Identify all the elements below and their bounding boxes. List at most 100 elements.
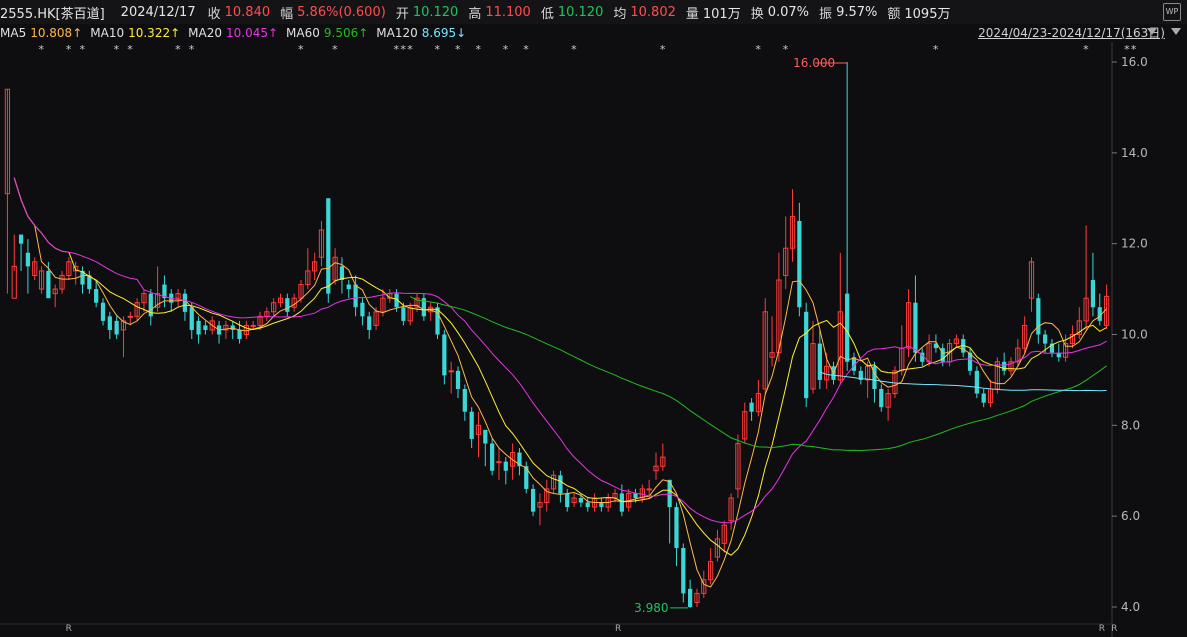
event-star-marker: *	[332, 43, 338, 56]
y-tick-label: 16.0	[1121, 55, 1148, 69]
bottom-marker: R	[615, 624, 621, 634]
candle-body	[913, 302, 918, 353]
candle-body	[578, 498, 584, 503]
event-star-marker: *	[933, 43, 939, 56]
candle-body	[1036, 298, 1041, 335]
y-tick-label: 4.0	[1121, 600, 1140, 614]
candle-body	[558, 475, 563, 494]
event-star-marker: *	[503, 43, 509, 56]
y-axis: 16.0 14.0 12.0 10.0 8.0 6.0 4.0	[0, 42, 1148, 637]
candle-body	[182, 293, 188, 312]
candle-body	[203, 325, 208, 330]
candle-body	[879, 389, 884, 408]
candle-body	[285, 298, 290, 312]
event-star-marker: *	[571, 43, 577, 56]
bottom-marker: R	[66, 624, 72, 634]
candle-body	[530, 488, 536, 512]
candle-body	[442, 334, 447, 376]
event-star-marker: *	[660, 43, 666, 56]
candle-body	[448, 370, 454, 373]
event-star-marker: *	[394, 43, 400, 56]
candle-body	[367, 316, 372, 330]
event-star-marker: *	[114, 43, 120, 56]
candle-body	[46, 270, 51, 299]
event-markers: * * * * * * * * * * * * * * * * * * * * * * * * *	[39, 43, 1137, 56]
bottom-marker: R	[1111, 624, 1117, 634]
candle-body	[127, 315, 133, 318]
event-star-marker: *	[80, 43, 86, 56]
event-star-marker: *	[1083, 43, 1089, 56]
candle-body	[585, 502, 590, 508]
candle-body	[1043, 334, 1048, 344]
candle-body	[1090, 280, 1096, 308]
candle-body	[817, 343, 822, 380]
candle-body	[107, 316, 112, 330]
event-star-marker: *	[783, 43, 789, 56]
candle-body	[599, 502, 604, 508]
ma5-line	[13, 177, 1107, 588]
y-tick-label: 6.0	[1121, 509, 1140, 523]
candle-body	[503, 461, 508, 471]
annotations: 16.000 3.980	[634, 56, 848, 615]
candle-body	[360, 302, 365, 317]
candle-body	[633, 493, 638, 498]
bottom-marker: R	[1099, 624, 1105, 634]
event-star-marker: *	[523, 43, 529, 56]
candle-body	[797, 220, 802, 308]
event-star-marker: *	[455, 43, 461, 56]
event-star-marker: *	[755, 43, 761, 56]
candle-body	[749, 402, 754, 412]
y-tick-label: 14.0	[1121, 146, 1148, 160]
candle-body	[94, 289, 99, 303]
candle-body	[804, 311, 809, 399]
event-star-marker: *	[435, 43, 441, 56]
candle-body	[469, 411, 474, 439]
candlestick-chart[interactable]: * * * * * * * * * * * * * * * * * * * * * * * * * 16.0 14.0 12.0 10…	[0, 0, 1187, 637]
candle-body	[483, 429, 488, 444]
event-star-marker: *	[175, 43, 181, 56]
event-star-marker: *	[407, 43, 413, 56]
candle-body	[114, 320, 119, 335]
low-price-label: 3.980	[634, 601, 668, 615]
candle-body	[237, 329, 242, 340]
candle-body	[11, 265, 17, 299]
candle-body	[100, 302, 106, 321]
ma-lines	[13, 177, 1107, 588]
candle-body	[674, 507, 679, 548]
candle-body	[646, 488, 652, 491]
event-star-marker: *	[66, 43, 72, 56]
candle-body	[981, 393, 986, 403]
candle-body	[1002, 361, 1007, 371]
y-tick-label: 8.0	[1121, 418, 1140, 432]
event-star-marker: *	[189, 43, 195, 56]
candle-body	[326, 198, 331, 294]
y-tick-label: 12.0	[1121, 237, 1148, 251]
candle-body	[845, 293, 850, 362]
candle-body	[196, 320, 201, 335]
candle-body	[401, 307, 406, 321]
bottom-markers: RRRR	[66, 624, 1118, 634]
event-star-marker: *	[475, 43, 481, 56]
event-star-marker: *	[400, 43, 406, 56]
candle-body	[455, 370, 461, 389]
candle-body	[18, 234, 24, 244]
candle-body	[346, 284, 351, 290]
event-star-marker: *	[39, 43, 45, 56]
candle-body	[974, 370, 979, 394]
candle-body	[619, 493, 624, 512]
candle-body	[25, 252, 31, 267]
event-star-marker: *	[298, 43, 304, 56]
candles	[4, 62, 1110, 608]
candle-body	[250, 324, 256, 327]
candle-body	[490, 443, 495, 471]
candle-body	[565, 493, 570, 508]
candle-body	[353, 284, 358, 308]
event-star-marker: *	[127, 43, 133, 56]
ma60-line	[409, 296, 1107, 452]
candle-body	[462, 389, 467, 412]
candle-body	[681, 547, 686, 594]
candle-body	[189, 307, 194, 330]
y-tick-label: 10.0	[1121, 328, 1148, 342]
high-price-label: 16.000	[793, 56, 835, 70]
candle-body	[496, 461, 502, 464]
